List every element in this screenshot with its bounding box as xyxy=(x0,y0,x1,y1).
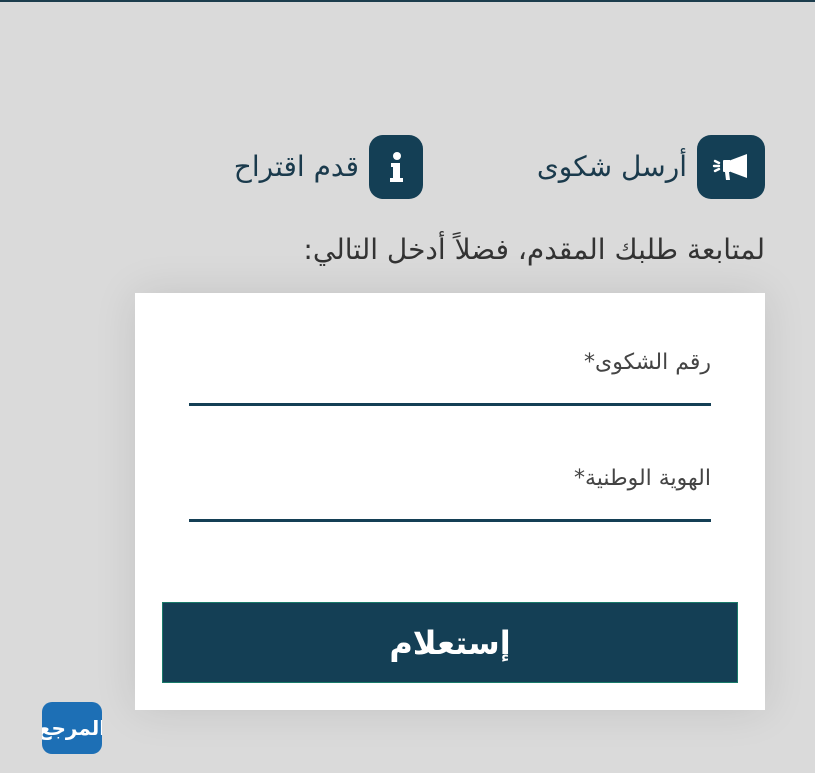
national-id-label: الهوية الوطنية* xyxy=(574,466,711,491)
megaphone-icon xyxy=(697,135,765,199)
inquiry-submit-button[interactable]: إستعلام xyxy=(162,602,738,683)
national-id-field: الهوية الوطنية* xyxy=(189,459,711,522)
complaint-number-field: رقم الشكوى* xyxy=(189,343,711,406)
submit-suggestion-label: قدم اقتراح xyxy=(233,150,359,183)
logo-text: المرجع xyxy=(42,716,102,740)
complaint-number-label: رقم الشكوى* xyxy=(584,350,711,375)
info-icon xyxy=(369,135,423,199)
complaint-number-input[interactable] xyxy=(189,383,711,406)
top-border xyxy=(0,0,815,2)
submit-suggestion-button[interactable]: قدم اقتراح xyxy=(234,135,423,199)
site-logo: المرجع xyxy=(42,702,102,754)
send-complaint-button[interactable]: أرسل شكوى xyxy=(537,135,765,199)
send-complaint-label: أرسل شكوى xyxy=(536,150,687,183)
national-id-input[interactable] xyxy=(189,499,711,522)
inquiry-form-card: رقم الشكوى* الهوية الوطنية* إستعلام xyxy=(135,293,765,710)
instruction-text: لمتابعة طلبك المقدم، فضلاً أدخل التالي: xyxy=(303,233,765,266)
